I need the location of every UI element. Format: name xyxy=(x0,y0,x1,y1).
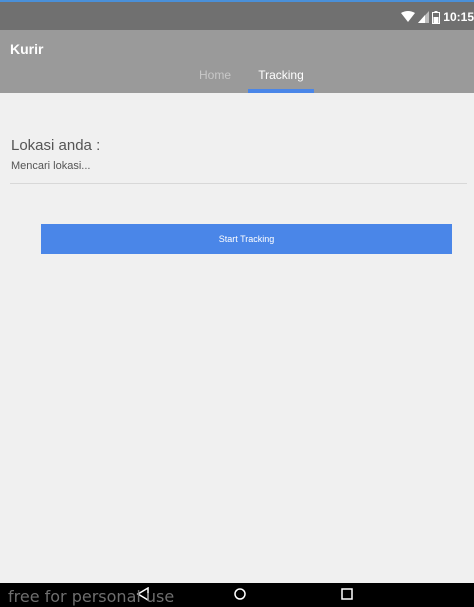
start-tracking-button[interactable]: Start Tracking xyxy=(41,224,452,254)
status-time: 10:15 xyxy=(443,10,474,24)
signal-icon xyxy=(418,11,430,23)
divider xyxy=(10,183,467,184)
app-title: Kurir xyxy=(10,41,44,57)
home-icon[interactable] xyxy=(233,587,247,601)
location-label: Lokasi anda : xyxy=(11,137,101,154)
battery-icon xyxy=(432,10,441,24)
recents-icon[interactable] xyxy=(340,587,354,601)
location-value: Mencari lokasi... xyxy=(11,160,91,172)
status-icons: 10:15 xyxy=(401,8,474,26)
watermark: free for personal use xyxy=(8,587,175,606)
screen: 10:15 Kurir Home Tracking Lokasi anda : … xyxy=(0,0,474,607)
tab-home[interactable]: Home xyxy=(190,68,240,93)
app-bar: Kurir Home Tracking xyxy=(0,30,474,93)
tab-indicator xyxy=(248,89,314,93)
status-bar: 10:15 xyxy=(0,0,474,30)
wifi-icon xyxy=(401,11,416,22)
